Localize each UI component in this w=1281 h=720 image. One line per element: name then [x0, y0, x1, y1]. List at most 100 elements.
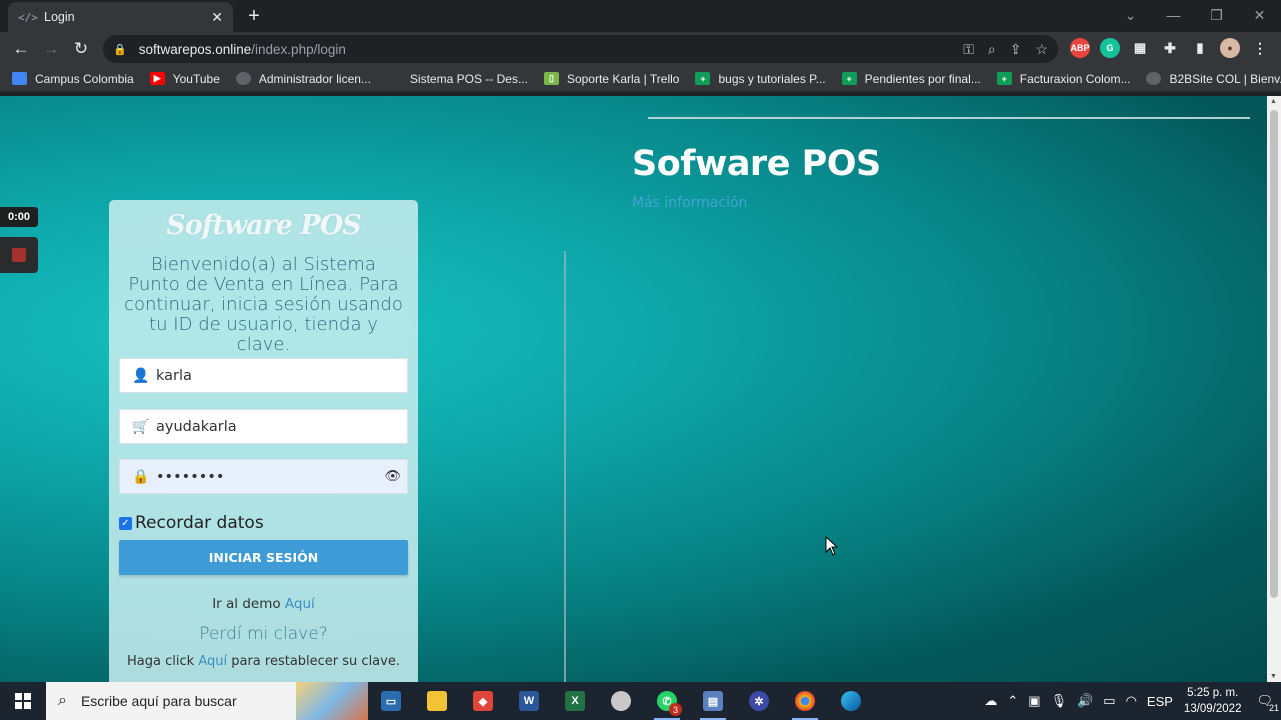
restore-link[interactable]: Aquí — [198, 654, 227, 669]
clock-time: 5:25 p. m. — [1187, 687, 1239, 699]
eye-icon[interactable]: 👁 — [384, 469, 401, 484]
more-info-link[interactable]: Más información — [632, 195, 747, 211]
taskbar-whatsapp[interactable]: ✆ 3 — [644, 682, 690, 720]
logo: Software POS — [166, 210, 361, 241]
lock-icon: 🔒 — [132, 468, 150, 485]
new-tab-button[interactable]: + — [243, 5, 265, 28]
side-panel-icon[interactable]: ▮ — [1190, 38, 1210, 58]
taskbar-excel[interactable]: X — [552, 682, 598, 720]
extensions-icon[interactable]: ✚ — [1160, 38, 1180, 58]
bookmark-star-icon[interactable]: ☆ — [1035, 41, 1048, 58]
qr-icon[interactable]: ▦ — [1130, 38, 1150, 58]
stop-recording-button[interactable] — [0, 237, 38, 273]
bookmark-item[interactable]: Administrador licen... — [235, 72, 371, 86]
zoom-icon[interactable]: ⌕ — [988, 41, 996, 58]
bookmark-icon — [12, 72, 27, 85]
minimize-button[interactable]: — — [1152, 0, 1195, 30]
key-icon[interactable]: ⚿ — [963, 41, 974, 58]
globe-icon — [235, 72, 251, 85]
user-id-input[interactable]: 👤 karla — [119, 358, 408, 393]
taskbar-app-settings[interactable]: ✲ — [736, 682, 782, 720]
remember-label: Recordar datos — [135, 513, 264, 533]
tab-strip: </> Login ✕ + ⌄ — ❐ ✕ — [0, 0, 1281, 32]
bookmark-item[interactable]: + bugs y tutoriales P... — [695, 72, 826, 86]
lock-icon[interactable]: 🔒 — [113, 43, 127, 56]
hero-title: Sofware POS — [632, 144, 881, 184]
restore-suffix: para restablecer su clave. — [231, 654, 400, 669]
bookmark-item[interactable]: Sistema POS -- Des... — [386, 72, 528, 86]
bookmark-item[interactable]: ▯ Soporte Karla | Trello — [543, 72, 679, 86]
taskbar-app-paint[interactable] — [598, 682, 644, 720]
login-button[interactable]: INICIAR SESIÓN — [119, 540, 408, 575]
chevron-up-icon[interactable]: ⌃ — [1007, 693, 1018, 709]
notification-center-icon[interactable]: 🗨 21 — [1256, 693, 1279, 713]
taskbar: ⌕ Escribe aquí para buscar ▭ ◆ W X ✆ 3 ▤ … — [0, 682, 1281, 720]
windows-icon — [15, 693, 31, 709]
restore-button[interactable]: ❐ — [1195, 0, 1238, 30]
page-scrollbar[interactable]: ▲ ▼ — [1267, 96, 1281, 682]
tab-search-icon[interactable]: ⌄ — [1109, 0, 1152, 30]
taskbar-app-window[interactable]: ▤ — [690, 682, 736, 720]
battery-icon[interactable]: ▭ — [1103, 693, 1115, 709]
adblock-icon[interactable]: ABP — [1070, 38, 1090, 58]
word-icon: W — [519, 691, 539, 711]
clock-date: 13/09/2022 — [1183, 703, 1242, 715]
bookmark-item[interactable]: + Facturaxion Colom... — [996, 72, 1130, 86]
youtube-icon: ▶ — [149, 72, 165, 85]
system-tray: ☁ ⌃ ▣ 🎙 🔊 ▭ ◠ ESP 5:25 p. m. 13/09/2022 … — [979, 682, 1281, 720]
clock[interactable]: 5:25 p. m. 13/09/2022 — [1184, 685, 1242, 717]
share-icon[interactable]: ⇪ — [1010, 41, 1022, 58]
close-window-button[interactable]: ✕ — [1238, 0, 1281, 30]
taskbar-edge[interactable] — [828, 682, 874, 720]
menu-icon[interactable]: ⋮ — [1250, 38, 1270, 58]
checkbox-checked-icon[interactable]: ✓ — [119, 516, 132, 530]
taskbar-search[interactable]: ⌕ Escribe aquí para buscar — [46, 682, 368, 720]
taskbar-anydesk[interactable]: ◆ — [460, 682, 506, 720]
meet-icon[interactable]: ▣ — [1028, 693, 1040, 709]
volume-icon[interactable]: 🔊 — [1077, 693, 1093, 709]
demo-link[interactable]: Aquí — [285, 596, 315, 612]
store-input[interactable]: 🛒 ayudakarla — [119, 409, 408, 444]
address-bar[interactable]: 🔒 softwarepos.online/index.php/login ⚿ ⌕… — [103, 35, 1058, 63]
scrollbar-thumb[interactable] — [1270, 110, 1278, 598]
stop-icon — [12, 248, 26, 262]
taskbar-app-screen[interactable]: ▭ — [368, 682, 414, 720]
windows-start-button[interactable] — [0, 682, 46, 720]
bookmark-item[interactable]: B2BSite COL | Bienv... — [1146, 72, 1281, 86]
back-button[interactable]: ← — [6, 39, 36, 59]
sheets-icon: + — [996, 72, 1012, 85]
taskbar-word[interactable]: W — [506, 682, 552, 720]
code-icon: </> — [18, 10, 38, 24]
profile-avatar[interactable]: ● — [1220, 38, 1240, 58]
reload-button[interactable]: ↻ — [66, 39, 96, 59]
search-placeholder: Escribe aquí para buscar — [80, 693, 237, 709]
microphone-icon[interactable]: 🎙 — [1051, 693, 1068, 709]
excel-icon: X — [565, 691, 585, 711]
close-tab-icon[interactable]: ✕ — [211, 9, 223, 26]
bookmark-item[interactable]: Campus Colombia — [12, 72, 134, 86]
scroll-down-icon[interactable]: ▼ — [1270, 673, 1277, 680]
recording-timer: 0:00 — [0, 207, 38, 227]
user-icon: 👤 — [132, 367, 150, 384]
tab-login[interactable]: </> Login ✕ — [8, 2, 233, 32]
login-page: Sofware POS Más información Software POS… — [0, 96, 1267, 682]
taskbar-chrome[interactable] — [782, 682, 828, 720]
password-input[interactable]: 🔒 •••••••• 👁 — [119, 459, 408, 494]
trello-icon: ▯ — [543, 72, 559, 85]
wifi-icon[interactable]: ◠ — [1126, 693, 1137, 709]
language-indicator[interactable]: ESP — [1147, 694, 1173, 709]
user-id-value: karla — [156, 367, 192, 384]
folder-icon — [427, 691, 447, 711]
bookmark-icon — [386, 72, 402, 85]
forward-button[interactable]: → — [36, 39, 66, 59]
bookmark-item[interactable]: + Pendientes por final... — [841, 72, 981, 86]
onedrive-icon[interactable]: ☁ — [984, 693, 997, 709]
tab-title: Login — [44, 10, 75, 24]
remember-checkbox[interactable]: ✓ Recordar datos — [119, 513, 264, 533]
store-value: ayudakarla — [156, 418, 237, 435]
taskbar-file-explorer[interactable] — [414, 682, 460, 720]
bookmark-item[interactable]: ▶ YouTube — [149, 72, 220, 86]
anydesk-icon: ◆ — [473, 691, 493, 711]
grammarly-icon[interactable]: G — [1100, 38, 1120, 58]
scroll-up-icon[interactable]: ▲ — [1270, 98, 1277, 105]
